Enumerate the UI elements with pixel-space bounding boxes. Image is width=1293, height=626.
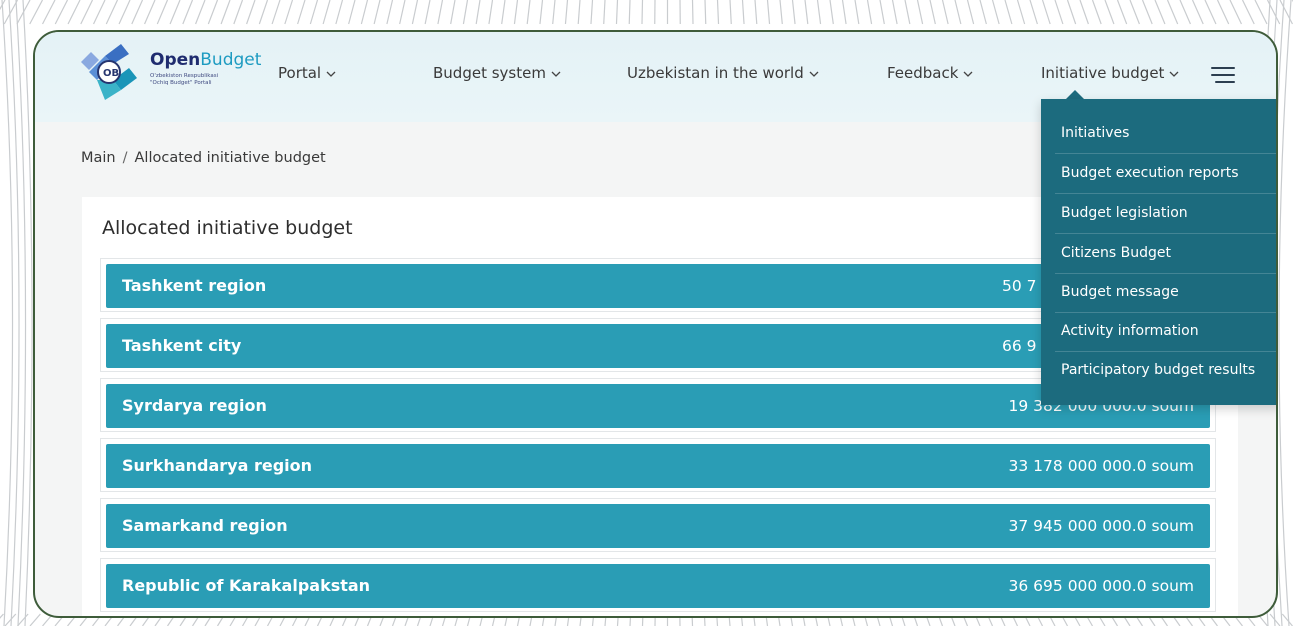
region-row: Republic of Karakalpakstan 36 695 000 00… (100, 558, 1216, 612)
dropdown-item-initiatives[interactable]: Initiatives (1061, 114, 1276, 153)
region-name: Republic of Karakalpakstan (122, 576, 371, 595)
breadcrumb-current: Allocated initiative budget (134, 150, 326, 166)
dropdown-caret (1066, 90, 1084, 99)
breadcrumb-main-link[interactable]: Main (81, 150, 116, 166)
openbudget-logo[interactable]: OB (79, 42, 141, 102)
dropdown-item-budget-legislation[interactable]: Budget legislation (1061, 194, 1276, 233)
region-bar-karakalpakstan[interactable]: Republic of Karakalpakstan 36 695 000 00… (106, 564, 1210, 608)
region-amount: 36 695 000 000.0 soum (1008, 577, 1194, 595)
region-name: Samarkand region (122, 516, 288, 535)
dropdown-item-participatory-budget-results[interactable]: Participatory budget results (1061, 351, 1276, 390)
initiative-budget-dropdown: Initiatives Budget execution reports Bud… (1041, 99, 1276, 405)
brand-name: OpenBudget (150, 50, 262, 70)
dropdown-item-citizens-budget[interactable]: Citizens Budget (1061, 234, 1276, 273)
svg-text:OB: OB (103, 68, 119, 79)
nav-feedback[interactable]: Feedback (887, 64, 973, 82)
chevron-down-icon (963, 71, 973, 77)
browser-frame: OB OpenBudget O'zbekiston Respublikasi "… (33, 30, 1278, 618)
dropdown-item-activity-information[interactable]: Activity information (1061, 312, 1276, 351)
nav-portal[interactable]: Portal (278, 64, 336, 82)
region-name: Tashkent region (122, 276, 267, 295)
dropdown-item-budget-execution-reports[interactable]: Budget execution reports (1061, 154, 1276, 193)
chevron-down-icon (326, 71, 336, 77)
chevron-down-icon (1169, 71, 1179, 77)
region-amount: 37 945 000 000.0 soum (1008, 517, 1194, 535)
region-bar-samarkand-region[interactable]: Samarkand region 37 945 000 000.0 soum (106, 504, 1210, 548)
chevron-down-icon (551, 71, 561, 77)
region-bar-surkhandarya-region[interactable]: Surkhandarya region 33 178 000 000.0 sou… (106, 444, 1210, 488)
chevron-down-icon (809, 71, 819, 77)
nav-budget-system[interactable]: Budget system (433, 64, 561, 82)
hamburger-icon[interactable] (1211, 67, 1237, 85)
nav-initiative-budget[interactable]: Initiative budget (1041, 64, 1179, 82)
region-amount: 66 9 (1002, 337, 1037, 355)
region-name: Tashkent city (122, 336, 242, 355)
region-amount: 33 178 000 000.0 soum (1008, 457, 1194, 475)
dropdown-item-budget-message[interactable]: Budget message (1061, 273, 1276, 312)
region-row: Samarkand region 37 945 000 000.0 soum (100, 498, 1216, 552)
region-name: Surkhandarya region (122, 456, 313, 475)
breadcrumb: Main / Allocated initiative budget (81, 150, 326, 166)
region-amount: 50 7 (1002, 277, 1037, 295)
region-name: Syrdarya region (122, 396, 267, 415)
region-row: Surkhandarya region 33 178 000 000.0 sou… (100, 438, 1216, 492)
brand-subtitle: O'zbekiston Respublikasi "Ochiq Budget" … (150, 73, 219, 86)
brand-block[interactable]: OpenBudget O'zbekiston Respublikasi "Och… (150, 50, 261, 87)
nav-uzbekistan-in-the-world[interactable]: Uzbekistan in the world (627, 64, 819, 82)
breadcrumb-separator: / (122, 150, 128, 166)
page-title: Allocated initiative budget (102, 217, 353, 239)
